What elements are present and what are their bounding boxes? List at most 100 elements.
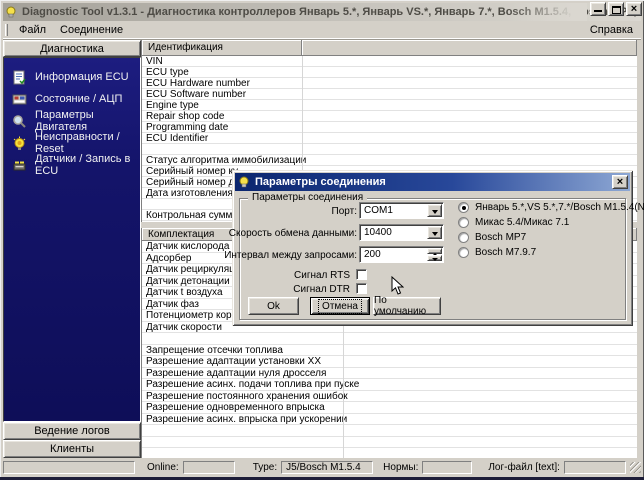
window-titlebar[interactable]: Diagnostic Tool v1.3.1 - Диагностика кон… — [3, 3, 641, 21]
table-row[interactable]: Разрешение постоянного хранения ошибок — [142, 391, 637, 403]
application-window: Diagnostic Tool v1.3.1 - Диагностика кон… — [0, 0, 644, 480]
table-row[interactable]: Запрещение отсечки топлива — [142, 345, 637, 357]
column-header-value[interactable] — [302, 40, 637, 56]
sidebar-header-diagnostics[interactable]: Диагностика — [3, 40, 141, 57]
table-row[interactable]: VIN — [142, 56, 637, 67]
sidebar-button-logging[interactable]: Ведение логов — [3, 422, 141, 440]
sidebar-item-label: Параметры Двигателя — [35, 109, 140, 133]
menu-file[interactable]: Файл — [12, 23, 53, 37]
menu-help[interactable]: Справка — [582, 23, 641, 37]
row-label: Разрешение адаптации нуля дросселя — [142, 368, 637, 379]
identification-list-header: Идентификация — [142, 40, 637, 56]
close-icon: × — [627, 3, 641, 15]
table-row[interactable]: Разрешение адаптации нуля дросселя — [142, 368, 637, 380]
online-label: Online: — [143, 462, 183, 473]
logfile-label: Лог-файл [text]: — [484, 462, 564, 473]
table-row[interactable]: Разрешение асинх. подачи топлива при пус… — [142, 379, 637, 391]
radio-bosch-m797[interactable]: Bosch M7.9.7 — [458, 246, 536, 259]
port-label: Порт: — [242, 206, 357, 217]
table-row[interactable]: Engine type — [142, 100, 637, 111]
chevron-down-icon[interactable] — [427, 226, 442, 239]
table-row[interactable] — [142, 425, 637, 437]
type-label: Type: — [249, 462, 281, 473]
ok-button[interactable]: Ok — [248, 297, 299, 315]
table-row[interactable] — [142, 333, 637, 345]
table-row[interactable] — [142, 437, 637, 449]
row-label: ECU Identifier — [142, 133, 637, 144]
connection-params-dialog: Параметры соединения × Параметры соедине… — [232, 170, 633, 326]
table-row[interactable] — [142, 448, 637, 458]
sidebar-item-status-adc[interactable]: Состояние / АЦП — [4, 88, 140, 110]
ecu-info-icon — [12, 70, 27, 85]
dtr-checkbox[interactable] — [356, 283, 367, 294]
row-label: ECU Software number — [142, 89, 637, 100]
table-row[interactable]: ECU type — [142, 67, 637, 78]
sidebar-item-label: Информация ECU — [35, 71, 129, 83]
radio-label: Микас 5.4/Микас 7.1 — [475, 217, 569, 228]
row-label: Запрещение отсечки топлива — [142, 345, 637, 356]
table-row[interactable]: Разрешение одновременного впрыска — [142, 402, 637, 414]
dialog-close-button[interactable]: × — [612, 175, 628, 189]
port-combobox[interactable]: COM1 — [359, 202, 444, 219]
baudrate-value: 10400 — [360, 227, 427, 238]
sidebar-button-clients[interactable]: Клиенты — [3, 440, 141, 458]
app-icon — [5, 6, 18, 19]
maximize-button[interactable] — [608, 2, 624, 16]
sidebar-item-ecu-info[interactable]: Информация ECU — [4, 66, 140, 88]
spin-down-icon[interactable] — [427, 255, 442, 261]
faults-reset-icon — [12, 136, 27, 151]
mouse-cursor — [391, 276, 404, 301]
default-button[interactable]: По умолчанию — [373, 297, 441, 315]
norms-value — [422, 461, 472, 474]
baudrate-combobox[interactable]: 10400 — [359, 224, 444, 241]
sidebar-item-faults-reset[interactable]: Неисправности / Reset — [4, 132, 140, 154]
sidebar-item-sensors-write[interactable]: Датчики / Запись в ECU — [4, 154, 140, 176]
table-row[interactable] — [142, 144, 637, 155]
norms-label: Нормы: — [379, 462, 422, 473]
engine-params-icon — [12, 114, 27, 129]
table-row[interactable]: ECU Software number — [142, 89, 637, 100]
interval-value: 200 — [360, 249, 427, 260]
interval-spinner[interactable]: 200 — [359, 246, 444, 263]
menubar: Файл Соединение Справка — [3, 22, 641, 39]
row-label: ECU Hardware number — [142, 78, 637, 89]
rts-checkbox[interactable] — [356, 269, 367, 280]
radio-icon — [458, 247, 469, 258]
radio-bosch-mp7[interactable]: Bosch MP7 — [458, 231, 526, 244]
status-panel-left — [3, 461, 135, 474]
cancel-button[interactable]: Отмена — [310, 297, 370, 315]
row-label: Разрешение асинх. подачи топлива при пус… — [142, 379, 637, 390]
statusbar: Online: Type: J5/Bosch M1.5.4 Нормы: Лог… — [3, 459, 641, 476]
row-label: Programming date — [142, 122, 637, 133]
minimize-button[interactable] — [590, 2, 606, 16]
row-label: Статус алгоритма иммобилизации — [142, 155, 637, 166]
row-label: ECU type — [142, 67, 637, 78]
baudrate-label: Скорость обмена данными: — [220, 228, 357, 239]
chevron-down-icon[interactable] — [427, 204, 442, 217]
radio-label: Январь 5.*,VS 5.*,7.*/Bosch M1.5.4(N) — [475, 202, 644, 213]
menu-connection[interactable]: Соединение — [53, 23, 130, 37]
spin-up-icon[interactable] — [427, 248, 442, 254]
column-header-identification[interactable]: Идентификация — [142, 40, 302, 56]
menu-grip[interactable] — [5, 24, 8, 36]
table-row[interactable]: ECU Identifier — [142, 133, 637, 144]
table-row[interactable]: Разрешение адаптации установки ХХ — [142, 356, 637, 368]
radio-january-bosch[interactable]: Январь 5.*,VS 5.*,7.*/Bosch M1.5.4(N) — [458, 201, 644, 214]
table-row[interactable]: ECU Hardware number — [142, 78, 637, 89]
resize-grip[interactable] — [630, 462, 641, 473]
radio-label: Bosch M7.9.7 — [475, 247, 536, 258]
table-row[interactable]: Repair shop code — [142, 111, 637, 122]
radio-icon — [458, 202, 469, 213]
radio-icon — [458, 232, 469, 243]
sidebar-item-engine-params[interactable]: Параметры Двигателя — [4, 110, 140, 132]
table-row[interactable]: Разрешение асинх. впрыска при ускорении — [142, 414, 637, 426]
table-row[interactable]: Статус алгоритма иммобилизации — [142, 155, 637, 166]
row-label: Разрешение постоянного хранения ошибок — [142, 391, 637, 402]
radio-icon — [458, 217, 469, 228]
table-row[interactable]: Programming date — [142, 122, 637, 133]
radio-mikas[interactable]: Микас 5.4/Микас 7.1 — [458, 216, 569, 229]
dtr-label: Сигнал DTR — [242, 284, 350, 295]
dialog-titlebar[interactable]: Параметры соединения × — [235, 173, 630, 191]
dialog-title: Параметры соединения — [251, 176, 386, 188]
close-button[interactable]: × — [626, 2, 642, 16]
